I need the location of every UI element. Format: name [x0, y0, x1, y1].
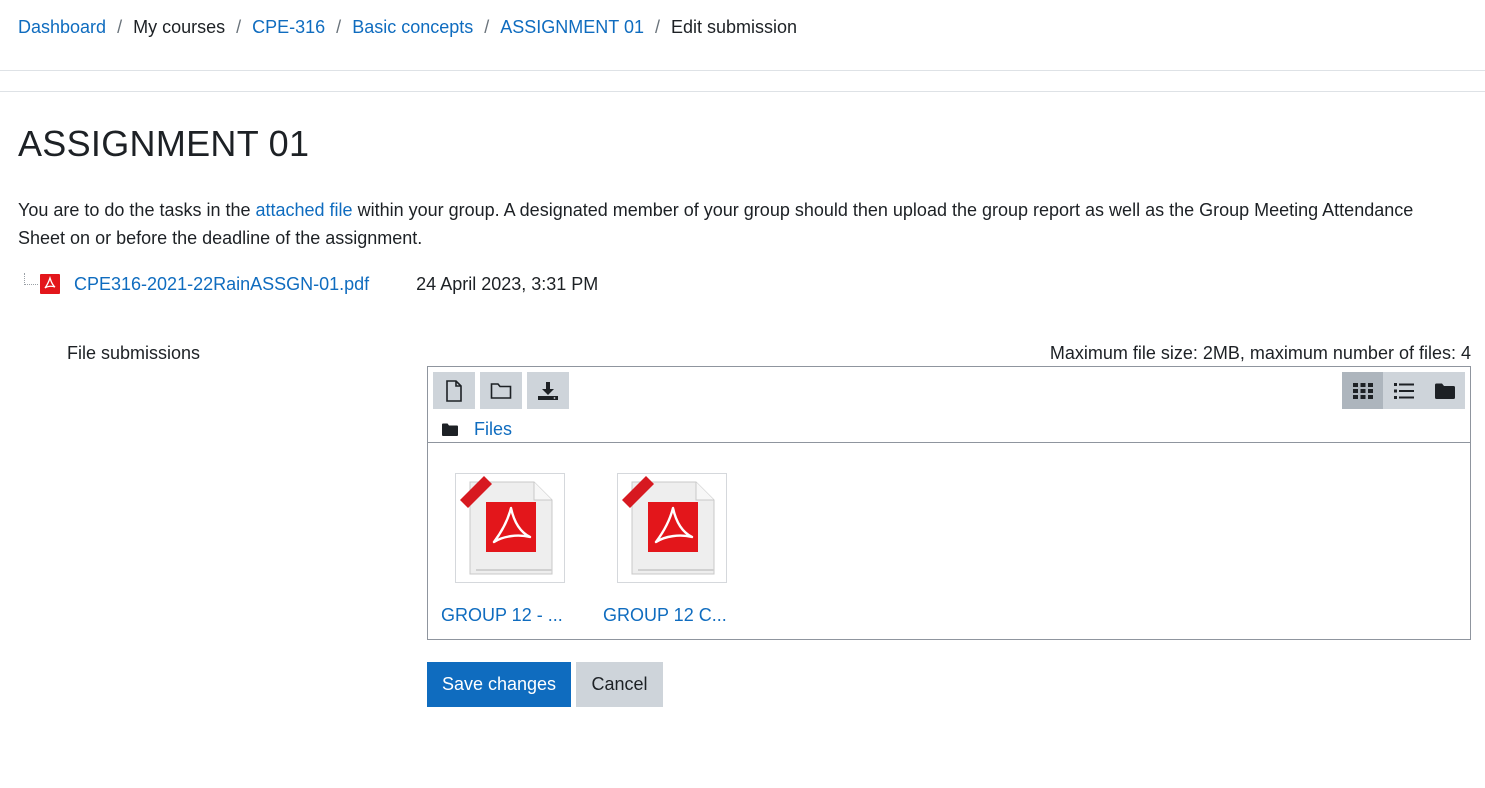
- folder-icon: [442, 423, 458, 436]
- list-view-icon: [1393, 382, 1414, 399]
- breadcrumb-assignment[interactable]: ASSIGNMENT 01: [500, 14, 644, 40]
- file-name-link[interactable]: GROUP 12 - ...: [441, 605, 571, 626]
- view-toggle-group: [1342, 372, 1465, 409]
- attachment-date: 24 April 2023, 3:31 PM: [416, 273, 599, 294]
- header-divider: [0, 91, 1485, 92]
- breadcrumb-course[interactable]: CPE-316: [252, 14, 325, 40]
- grid-view-button[interactable]: [1342, 372, 1383, 409]
- header-divider: [0, 70, 1485, 71]
- breadcrumb: Dashboard / My courses / CPE-316 / Basic…: [18, 14, 797, 40]
- pdf-file-icon[interactable]: [617, 473, 727, 583]
- breadcrumb-my-courses: My courses: [133, 17, 226, 37]
- tree-view-icon: [1434, 383, 1455, 399]
- page-title: ASSIGNMENT 01: [18, 123, 310, 164]
- cancel-button[interactable]: Cancel: [576, 662, 663, 707]
- assignment-intro: You are to do the tasks in the attached …: [18, 196, 1458, 252]
- grid-view-icon: [1352, 382, 1373, 399]
- file-picker: Files GROUP 12 - ... GROUP 12 C...: [427, 366, 1471, 640]
- intro-text: You are to do the tasks in the: [18, 200, 256, 220]
- pdf-file-icon[interactable]: [455, 473, 565, 583]
- files-path-link[interactable]: Files: [474, 419, 512, 440]
- file-name-link[interactable]: GROUP 12 C...: [603, 605, 733, 626]
- download-all-button[interactable]: [527, 372, 569, 409]
- list-view-button[interactable]: [1383, 372, 1424, 409]
- breadcrumb-current: Edit submission: [671, 17, 798, 37]
- breadcrumb-separator: /: [236, 17, 242, 37]
- save-changes-button[interactable]: Save changes: [427, 662, 571, 707]
- breadcrumb-dashboard[interactable]: Dashboard: [18, 14, 106, 40]
- create-folder-button[interactable]: [480, 372, 522, 409]
- breadcrumb-separator: /: [484, 17, 490, 37]
- breadcrumb-separator: /: [336, 17, 342, 37]
- file-item[interactable]: GROUP 12 C...: [603, 473, 743, 626]
- breadcrumb-section[interactable]: Basic concepts: [352, 14, 473, 40]
- file-limits-text: Maximum file size: 2MB, maximum number o…: [1049, 343, 1471, 363]
- attachment-file-link[interactable]: CPE316-2021-22RainASSGN-01.pdf: [74, 274, 369, 295]
- file-icon: [446, 379, 462, 402]
- attachment-row: CPE316-2021-22RainASSGN-01.pdf 24 April …: [24, 270, 598, 298]
- file-picker-divider: [428, 442, 1470, 443]
- folder-icon: [490, 382, 512, 399]
- breadcrumb-separator: /: [654, 17, 660, 37]
- pdf-icon: [40, 274, 60, 294]
- tree-connector: [24, 273, 38, 285]
- add-file-button[interactable]: [433, 372, 475, 409]
- file-item[interactable]: GROUP 12 - ...: [441, 473, 581, 626]
- file-submissions-label: File submissions: [67, 343, 201, 363]
- breadcrumb-separator: /: [117, 17, 123, 37]
- file-path-row: Files: [442, 417, 512, 441]
- attached-file-link[interactable]: attached file: [256, 200, 353, 220]
- tree-view-button[interactable]: [1424, 372, 1465, 409]
- download-icon: [538, 381, 558, 400]
